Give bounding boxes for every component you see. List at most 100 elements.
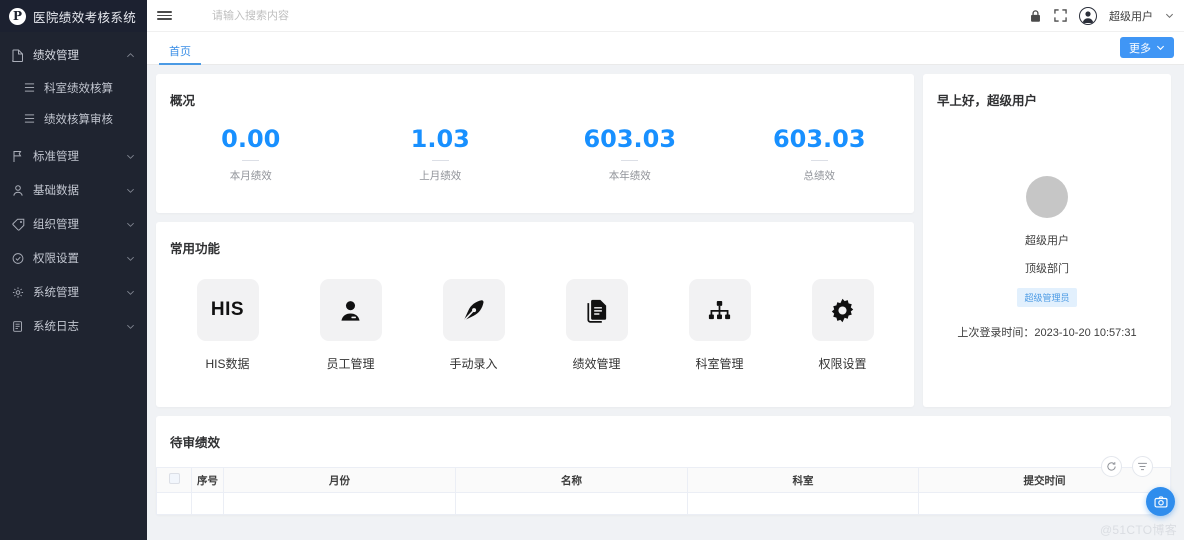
pending-performance-card: 待审绩效 序号 月份 名称 科室 提交时间 (156, 416, 1171, 515)
flag-icon (11, 150, 25, 163)
sidebar-item-label: 系统管理 (33, 287, 79, 299)
top-header: 超级用户 (147, 0, 1184, 32)
sidebar-item-label: 标准管理 (33, 151, 79, 163)
func-manual-entry[interactable]: 手动录入 (412, 279, 535, 372)
last-login-label: 上次登录时间： (957, 327, 1035, 339)
stat-divider (431, 160, 449, 162)
app-root: P 医院绩效考核系统 绩效管理 科室绩效核算 绩效核算审核 标准管理 基础数据 … (0, 0, 1184, 540)
func-permission-settings[interactable]: 权限设置 (781, 279, 904, 372)
user-name[interactable]: 超级用户 (1109, 8, 1153, 24)
sidebar-item-standard-management[interactable]: 标准管理 (0, 139, 147, 173)
select-all-checkbox[interactable] (168, 473, 180, 484)
app-title: 医院绩效考核系统 (33, 10, 137, 25)
func-label: 科室管理 (695, 357, 744, 371)
gear-icon (11, 286, 25, 299)
sidebar-item-system-log[interactable]: 系统日志 (0, 309, 147, 343)
documents-icon (565, 279, 628, 341)
book-icon (11, 320, 25, 333)
person-icon (319, 279, 382, 341)
refresh-icon[interactable] (1101, 456, 1122, 477)
list-icon (23, 113, 36, 124)
chevron-down-icon (1156, 43, 1165, 52)
func-performance-management[interactable]: 绩效管理 (535, 279, 658, 372)
overview-title: 概况 (170, 94, 196, 108)
pen-nib-icon (442, 279, 505, 341)
search-box (212, 2, 1029, 29)
column-settings-icon[interactable] (1132, 456, 1153, 477)
func-label: 权限设置 (818, 357, 867, 371)
func-label: 手动录入 (449, 357, 498, 371)
his-text-icon: HIS (196, 279, 259, 341)
table-header-index[interactable]: 序号 (191, 467, 224, 493)
sidebar-item-dept-performance-calc[interactable]: 科室绩效核算 (0, 72, 147, 103)
table-toolbar (1101, 456, 1153, 477)
sidebar-item-label: 基础数据 (33, 185, 79, 197)
pinterest-logo-icon: P (9, 7, 26, 25)
chevron-down-icon[interactable] (1165, 11, 1174, 20)
chevron-up-icon (125, 50, 135, 60)
sidebar-menu: 绩效管理 科室绩效核算 绩效核算审核 标准管理 基础数据 组织管理 权限设置 系… (0, 32, 147, 343)
sidebar-item-basic-data[interactable]: 基础数据 (0, 173, 147, 207)
tab-home[interactable]: 首页 (159, 47, 201, 65)
search-input[interactable] (212, 2, 512, 29)
table-cell (191, 492, 224, 515)
func-his-data[interactable]: HIS HIS数据 (166, 279, 289, 372)
chevron-down-icon (125, 253, 135, 263)
last-login-value: 2023-10-20 10:57:31 (1034, 327, 1137, 339)
table-row (156, 492, 1171, 515)
table-cell (455, 492, 688, 515)
stat-value: 603.03 (772, 125, 866, 153)
stat-value: 1.03 (410, 125, 470, 153)
stat-value: 603.03 (583, 125, 677, 153)
stat-current-year: 603.03 本年绩效 (535, 126, 725, 183)
greeting-body: 超级用户 顶级部门 超级管理员 上次登录时间：2023-10-20 10:57:… (923, 109, 1171, 407)
func-label: HIS数据 (205, 357, 250, 371)
avatar[interactable] (1079, 6, 1097, 25)
user-icon (11, 184, 25, 197)
left-column: 概况 0.00 本月绩效 1.03 上月绩效 603.03 本年绩效 603.0… (156, 74, 914, 407)
table-head: 序号 月份 名称 科室 提交时间 (156, 467, 1171, 493)
func-employee-management[interactable]: 员工管理 (289, 279, 412, 372)
status-badge: 超级管理员 (1017, 288, 1077, 307)
table-header-name[interactable]: 名称 (455, 467, 688, 493)
sidebar-item-label: 组织管理 (33, 219, 79, 231)
sidebar-item-performance-management[interactable]: 绩效管理 (0, 38, 147, 72)
table-header-select-all[interactable] (156, 467, 192, 493)
pending-title: 待审绩效 (170, 436, 221, 450)
main-area: 超级用户 首页 更多 (147, 0, 1184, 540)
stat-last-month: 1.03 上月绩效 (346, 126, 536, 183)
hamburger-icon[interactable] (147, 0, 181, 32)
chevron-down-icon (125, 219, 135, 229)
greeting-card: 早上好，超级用户 超级用户 顶级部门 超级管理员 上次登录时间：2023-10-… (923, 74, 1171, 407)
common-functions-card: 常用功能 HIS HIS数据 员工管理 手动录入 绩效管理 科室管理 权限设置 (156, 222, 914, 407)
stat-label: 总绩效 (803, 170, 836, 183)
stat-value: 0.00 (221, 125, 281, 153)
lock-icon[interactable] (1029, 9, 1042, 23)
tag-icon (11, 218, 25, 231)
table-cell (223, 492, 456, 515)
sidebar-item-system-management[interactable]: 系统管理 (0, 275, 147, 309)
tab-bar: 首页 更多 (147, 32, 1184, 65)
common-functions-title: 常用功能 (170, 242, 221, 256)
table-cell (156, 492, 192, 515)
table-header-month[interactable]: 月份 (223, 467, 456, 493)
camera-fab-button[interactable] (1146, 487, 1175, 516)
sidebar-logo[interactable]: P 医院绩效考核系统 (0, 0, 147, 32)
func-department-management[interactable]: 科室管理 (658, 279, 781, 372)
fullscreen-icon[interactable] (1054, 9, 1067, 22)
table-header-department[interactable]: 科室 (687, 467, 919, 493)
sidebar-item-org-management[interactable]: 组织管理 (0, 207, 147, 241)
sidebar-submenu-performance-management: 科室绩效核算 绩效核算审核 (0, 72, 147, 134)
more-button[interactable]: 更多 (1120, 37, 1174, 58)
his-text: HIS (210, 299, 245, 320)
sidebar-item-performance-audit[interactable]: 绩效核算审核 (0, 103, 147, 134)
table-header-row: 序号 月份 名称 科室 提交时间 (156, 467, 1171, 493)
avatar (1026, 176, 1068, 218)
stat-label: 本月绩效 (229, 170, 272, 183)
more-button-label: 更多 (1129, 42, 1151, 55)
logo-letter: P (12, 9, 23, 23)
gear-icon (811, 279, 874, 341)
table-cell (918, 492, 1171, 515)
sidebar-subitem-label: 科室绩效核算 (44, 82, 113, 95)
sidebar-item-permission-settings[interactable]: 权限设置 (0, 241, 147, 275)
